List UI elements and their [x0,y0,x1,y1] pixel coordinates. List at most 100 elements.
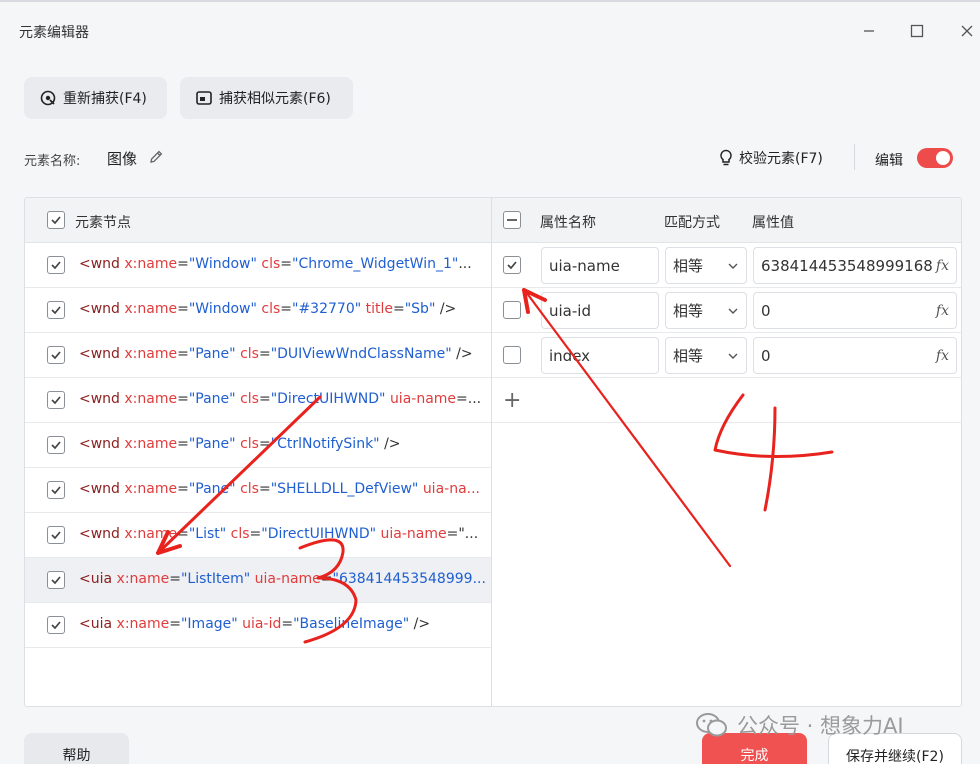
node-checkbox[interactable] [47,616,65,634]
node-token: = [320,571,333,587]
pencil-icon[interactable] [148,149,164,165]
match-mode-value: 相等 [673,347,704,365]
node-list: 元素节点 <wnd x:name="Window" cls="Chrome_Wi… [25,198,492,706]
chevron-down-icon [728,263,738,269]
node-token: = [177,391,189,407]
node-row[interactable]: <wnd x:name="Pane" cls="DUIViewWndClassN… [25,333,491,378]
node-checkbox[interactable] [47,346,65,364]
check-icon [51,306,61,315]
node-checkbox[interactable] [47,436,65,454]
attribute-checkbox[interactable] [503,301,521,319]
node-token: = [249,526,262,542]
node-token: = [177,256,189,272]
recapture-icon [40,90,56,106]
select-all-attributes-checkbox[interactable] [503,211,521,229]
node-row[interactable]: <wnd x:name="Window" cls="#32770" title=… [25,288,491,333]
check-icon [51,486,61,495]
node-row[interactable]: <uia x:name="Image" uia-id="BaselineImag… [25,603,491,648]
node-token: ="... [446,526,479,542]
attribute-checkbox[interactable] [503,346,521,364]
fx-icon[interactable]: fx [936,348,949,364]
node-row[interactable]: <wnd x:name="Pane" cls="SHELLDLL_DefView… [25,468,491,513]
add-attribute-button[interactable]: + [503,388,521,413]
node-token: uia-na... [422,481,481,497]
attribute-name-field[interactable]: uia-name [541,247,659,284]
attribute-value-field[interactable]: 638414453548999168 fx [753,247,957,284]
match-mode-select[interactable]: 相等 [665,337,747,374]
verify-element-button[interactable]: 校验元素(F7) [718,148,823,168]
add-attribute-row: + [492,378,961,423]
minimize-button[interactable] [854,16,884,46]
maximize-button[interactable] [902,16,932,46]
node-token: = [393,301,405,317]
attr-value-header: 属性值 [752,215,794,231]
node-token: "List" [188,526,227,542]
attr-name-header: 属性名称 [540,215,596,231]
node-token: cls [261,256,281,272]
node-row[interactable]: <uia x:name="ListItem" uia-name="6384144… [25,558,491,603]
node-token: <wnd [79,526,125,542]
node-text: <wnd x:name="List" cls="DirectUIHWND" ui… [79,526,489,542]
select-all-nodes-checkbox[interactable] [47,211,65,229]
close-button[interactable] [952,16,980,46]
node-token: x:name [124,256,178,272]
node-token: ... [458,256,472,272]
attribute-value-field[interactable]: 0 fx [753,292,957,329]
node-token: cls [261,301,281,317]
node-row[interactable]: <wnd x:name="Pane" cls="DirectUIHWND" ui… [25,378,491,423]
element-name-label: 元素名称: [24,154,81,169]
node-checkbox[interactable] [47,571,65,589]
node-token: = [258,436,271,452]
capture-similar-button[interactable]: 捕获相似元素(F6) [180,77,353,119]
editor-panel: 元素节点 <wnd x:name="Window" cls="Chrome_Wi… [24,197,962,707]
node-token: = [280,301,293,317]
node-checkbox[interactable] [47,526,65,544]
check-icon [51,261,61,270]
node-token: uia-name [380,526,447,542]
node-text: <wnd x:name="Pane" cls="CtrlNotifySink" … [79,436,489,452]
node-text: <uia x:name="Image" uia-id="BaselineImag… [79,616,489,632]
node-row[interactable]: <wnd x:name="List" cls="DirectUIHWND" ui… [25,513,491,558]
check-icon [51,576,61,585]
node-token: = [169,616,181,632]
node-token: "BaselineImage" [293,616,410,632]
node-token: =... [456,391,482,407]
node-token: x:name [124,346,178,362]
check-icon [507,261,517,270]
node-row[interactable]: <wnd x:name="Pane" cls="CtrlNotifySink" … [25,423,491,468]
attribute-list-header: 属性名称 匹配方式 属性值 [492,198,961,243]
node-token: = [258,391,271,407]
match-mode-select[interactable]: 相等 [665,292,747,329]
fx-icon[interactable]: fx [936,303,949,319]
node-token: x:name [124,481,178,497]
node-token: "Window" [188,256,257,272]
node-token: "DirectUIHWND" [270,391,386,407]
check-icon [51,396,61,405]
match-mode-select[interactable]: 相等 [665,247,747,284]
edit-label: 编辑 [875,153,903,169]
node-checkbox[interactable] [47,301,65,319]
node-checkbox[interactable] [47,256,65,274]
help-button[interactable]: 帮助 [24,733,129,764]
node-token: /> [451,346,473,362]
capture-similar-icon [196,91,212,105]
recapture-button[interactable]: 重新捕获(F4) [24,77,167,119]
attribute-name-field[interactable]: index [541,337,659,374]
attribute-value: 0 [761,301,771,320]
divider [854,144,855,170]
node-token: <uia [79,571,117,587]
attribute-name-field[interactable]: uia-id [541,292,659,329]
node-checkbox[interactable] [47,481,65,499]
edit-toggle[interactable] [917,148,953,168]
node-token: "638414453548999... [332,571,486,587]
node-token: = [169,571,181,587]
node-token: /> [409,616,431,632]
attribute-value-field[interactable]: 0 fx [753,337,957,374]
node-checkbox[interactable] [47,391,65,409]
node-row[interactable]: <wnd x:name="Window" cls="Chrome_WidgetW… [25,243,491,288]
element-name-row: 元素名称: 图像 校验元素(F7) 编辑 [24,144,964,172]
node-header-label: 元素节点 [75,215,131,231]
chevron-down-icon [728,353,738,359]
attribute-checkbox[interactable] [503,256,521,274]
fx-icon[interactable]: fx [936,258,949,274]
